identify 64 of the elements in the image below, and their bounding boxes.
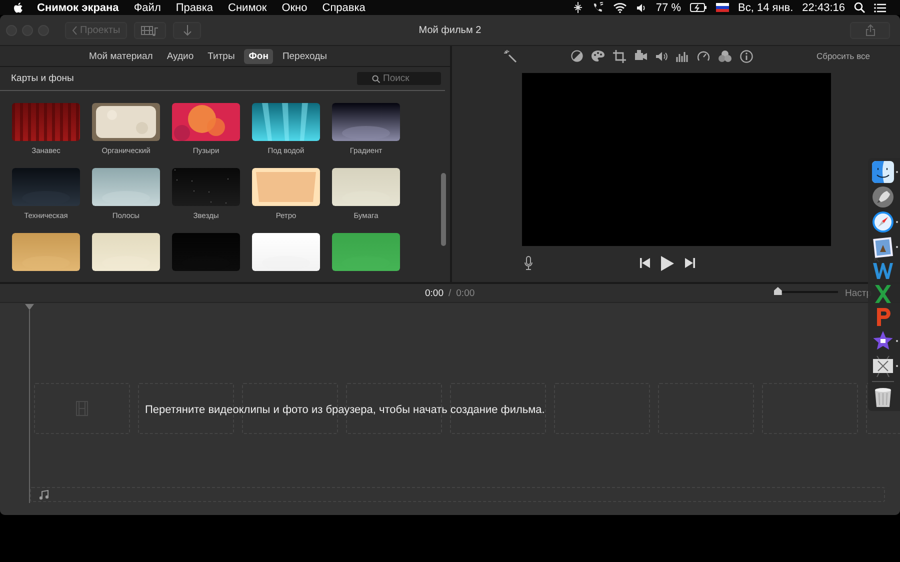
network-icon[interactable] <box>572 2 583 13</box>
reset-all-button[interactable]: Сбросить все <box>816 51 870 61</box>
menu-item[interactable]: Справка <box>322 2 366 14</box>
search-field[interactable]: Поиск <box>357 72 441 85</box>
play-icon[interactable] <box>661 256 674 270</box>
palette-icon[interactable] <box>591 50 605 62</box>
color-balance-icon[interactable] <box>571 50 583 62</box>
import-button[interactable] <box>173 22 202 38</box>
zoom-slider-thumb[interactable] <box>774 287 782 295</box>
apple-icon[interactable] <box>13 2 24 14</box>
tab[interactable]: Переходы <box>277 48 332 64</box>
magic-wand-icon[interactable] <box>504 50 517 62</box>
tab[interactable]: Мой материал <box>84 48 158 64</box>
photo-icon[interactable] <box>872 236 894 258</box>
volume-icon[interactable] <box>636 2 647 12</box>
menu-item[interactable]: Окно <box>282 2 308 14</box>
phone-icon[interactable] <box>592 2 604 13</box>
compass-icon[interactable] <box>872 211 894 233</box>
section-title: Карты и фоны <box>11 73 75 84</box>
media-button[interactable] <box>134 22 166 38</box>
smiling-face-icon[interactable] <box>872 161 894 183</box>
letter-x-icon[interactable] <box>872 284 894 304</box>
tab[interactable]: Аудио <box>162 48 199 64</box>
current-time: 0:00 <box>425 288 444 298</box>
time-separator: / <box>448 288 452 298</box>
settings-button[interactable]: Настр <box>845 288 872 298</box>
menu-icon[interactable] <box>874 2 886 12</box>
skip-back-icon[interactable] <box>640 258 650 268</box>
search-icon[interactable] <box>854 2 865 13</box>
music-note-icon <box>39 490 49 500</box>
flag-icon[interactable] <box>716 3 729 12</box>
scrollbar[interactable] <box>441 173 446 246</box>
trash-icon[interactable] <box>872 386 894 408</box>
download-arrow-icon <box>182 24 192 36</box>
tab[interactable]: Фон <box>244 48 274 64</box>
window-title: Мой фильм 2 <box>418 24 482 36</box>
chevron-icon <box>72 26 77 34</box>
share-icon <box>866 24 874 36</box>
battery-icon[interactable] <box>690 3 707 12</box>
film-music-icon <box>141 24 160 36</box>
filters-icon[interactable] <box>718 50 732 62</box>
empty-timeline-hint: Перетяните видеоклипы и фото из браузера, чтобы начать создание фильма. <box>145 404 545 416</box>
app-menu[interactable]: Снимок экрана <box>37 2 119 14</box>
microphone-icon[interactable] <box>524 256 533 270</box>
menubar-date[interactable]: Вс, 14 янв. <box>738 2 794 14</box>
tab[interactable]: Титры <box>202 48 240 64</box>
menubar-time[interactable]: 22:43:16 <box>802 2 845 14</box>
volume-icon[interactable] <box>655 50 668 62</box>
crop-icon[interactable] <box>613 50 626 62</box>
menu-item[interactable]: Правка <box>176 2 214 14</box>
wifi-icon[interactable] <box>612 2 627 13</box>
menu-item[interactable]: Снимок <box>228 2 267 14</box>
total-duration: 0:00 <box>456 288 475 298</box>
letter-w-icon[interactable] <box>872 261 894 281</box>
star-icon[interactable] <box>872 330 894 352</box>
info-icon[interactable] <box>740 50 753 62</box>
battery-percentage: 77 % <box>656 2 681 14</box>
video-camera-icon[interactable] <box>634 50 647 62</box>
easel-icon[interactable] <box>872 355 894 377</box>
speedometer-icon[interactable] <box>697 50 710 62</box>
equalizer-icon[interactable] <box>676 50 689 62</box>
search-icon <box>372 74 380 82</box>
skip-forward-icon[interactable] <box>685 258 695 268</box>
menu-item[interactable]: Файл <box>134 2 161 14</box>
